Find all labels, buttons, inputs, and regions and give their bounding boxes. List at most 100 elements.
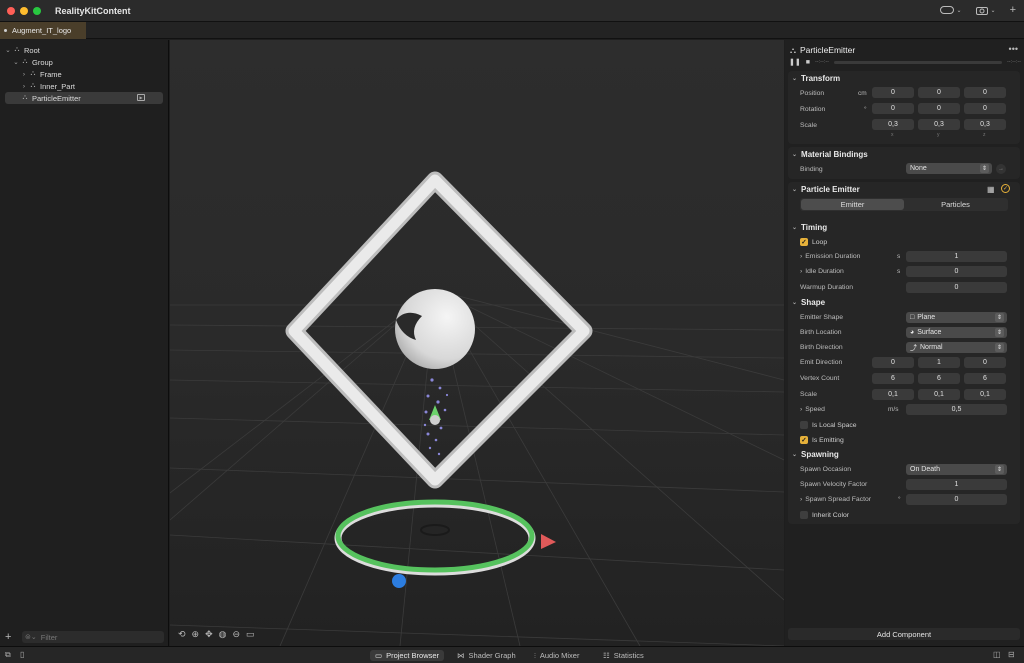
vertex-count-z-field[interactable]: 6 <box>964 373 1006 384</box>
chevron-right-icon[interactable]: › <box>20 71 28 78</box>
position-x-field[interactable]: 0 <box>872 87 914 98</box>
spawn-spread-field[interactable]: 0 <box>906 494 1007 505</box>
tab-augment-it-logo[interactable]: Augment_IT_logo <box>0 22 86 39</box>
tree-item-particle-emitter[interactable]: ⛬ ParticleEmitter ▶ <box>5 92 163 104</box>
add-entity-button[interactable]: + <box>5 631 11 643</box>
shape-scale-z-field[interactable]: 0,1 <box>964 389 1006 400</box>
warmup-duration-field[interactable]: 0 <box>906 282 1007 293</box>
panel-toggle-icon[interactable]: ▯ <box>20 650 24 659</box>
spawn-spread-label[interactable]: › Spawn Spread Factor <box>800 496 871 503</box>
tab-project-browser[interactable]: ▭ Project Browser <box>370 650 445 661</box>
emit-direction-y-field[interactable]: 1 <box>918 357 960 368</box>
scale-z-field[interactable]: 0,3 <box>964 119 1006 130</box>
section-title: Transform <box>801 74 841 83</box>
position-z-field[interactable]: 0 <box>964 87 1006 98</box>
toolbar-right: ⌄ ⌄ + <box>939 4 1016 16</box>
timeline-scrubber[interactable] <box>834 60 1002 64</box>
inherit-color-checkbox[interactable]: Inherit Color <box>800 511 849 519</box>
position-y-field[interactable]: 0 <box>918 87 960 98</box>
section-title: Spawning <box>801 450 839 459</box>
inner-part-model[interactable] <box>395 289 475 369</box>
binding-popup[interactable]: None ⇕ <box>906 163 992 174</box>
zoom-button[interactable] <box>33 6 41 15</box>
spawn-velocity-field[interactable]: 1 <box>906 479 1007 490</box>
axis-z-label: z <box>983 132 986 138</box>
scale-y-field[interactable]: 0,3 <box>918 119 960 130</box>
plus-icon[interactable]: + <box>1010 4 1016 16</box>
emit-direction-x-field[interactable]: 0 <box>872 357 914 368</box>
more-options-button[interactable]: ••• <box>1009 44 1018 54</box>
close-button[interactable] <box>7 6 15 15</box>
bottom-panel-toggle-icon[interactable]: ⊟ <box>1008 650 1015 659</box>
tree-item-inner-part[interactable]: › ⛬ Inner_Part <box>20 80 164 92</box>
is-emitting-checkbox[interactable]: ✓ Is Emitting <box>800 436 844 444</box>
globe-icon[interactable]: ◍ <box>219 629 227 640</box>
speed-field[interactable]: 0,5 <box>906 404 1007 415</box>
shape-scale-x-field[interactable]: 0,1 <box>872 389 914 400</box>
shape-header[interactable]: ⌄ Shape <box>792 298 825 307</box>
grid-icon[interactable]: ▦ <box>987 185 995 194</box>
particle-emitter-header[interactable]: ⌄ Particle Emitter <box>792 185 860 194</box>
sidebar-left-icon[interactable]: ⧉ <box>5 650 11 660</box>
camera-icon[interactable]: ▭ <box>246 629 255 640</box>
move-icon[interactable]: ⊕ <box>192 629 200 640</box>
minimize-button[interactable] <box>20 6 28 15</box>
add-component-button[interactable]: Add Component <box>788 628 1020 640</box>
vr-headset-menu[interactable]: ⌄ <box>939 6 962 14</box>
idle-duration-field[interactable]: 0 <box>906 266 1007 277</box>
material-bindings-header[interactable]: ⌄ Material Bindings <box>792 150 868 159</box>
rotation-z-field[interactable]: 0 <box>964 103 1006 114</box>
emitter-particles-segmented: Emitter Particles <box>800 198 1008 211</box>
local-space-checkbox[interactable]: Is Local Space <box>800 421 857 429</box>
chevron-down-icon[interactable]: ⌄ <box>4 46 12 54</box>
emit-direction-z-field[interactable]: 0 <box>964 357 1006 368</box>
segment-particles[interactable]: Particles <box>904 199 1007 210</box>
birth-direction-popup[interactable]: ⤴ Normal ⇕ <box>906 342 1007 353</box>
emission-duration-field[interactable]: 1 <box>906 251 1007 262</box>
scale-x-field[interactable]: 0,3 <box>872 119 914 130</box>
tab-statistics[interactable]: ☷ Statistics <box>598 650 649 661</box>
emitter-shape-popup[interactable]: □ Plane ⇕ <box>906 312 1007 323</box>
pan-icon[interactable]: ✥ <box>205 629 213 640</box>
spawn-occasion-popup[interactable]: On Death ⇕ <box>906 464 1007 475</box>
chevron-right-icon[interactable]: › <box>20 83 28 90</box>
timing-header[interactable]: ⌄ Timing <box>792 223 827 232</box>
birth-location-popup[interactable]: ◕ Surface ⇕ <box>906 327 1007 338</box>
pause-button[interactable]: ❚❚ <box>789 58 801 66</box>
shape-scale-y-field[interactable]: 0,1 <box>918 389 960 400</box>
viewport-scene[interactable] <box>170 40 784 646</box>
idle-duration-label[interactable]: › Idle Duration <box>800 268 844 275</box>
inspector-title: ⛬ ParticleEmitter <box>790 45 855 56</box>
play-badge-icon[interactable]: ▶ <box>137 94 145 101</box>
spawning-header[interactable]: ⌄ Spawning <box>792 450 839 459</box>
tab-audio-mixer[interactable]: ⫶ Audio Mixer <box>529 650 584 661</box>
stop-button[interactable]: ■ <box>806 59 810 66</box>
tree-item-root[interactable]: ⌄ ⛬ Root <box>4 44 164 56</box>
vertex-count-y-field[interactable]: 6 <box>918 373 960 384</box>
segment-emitter[interactable]: Emitter <box>801 199 904 210</box>
rotation-x-field[interactable]: 0 <box>872 103 914 114</box>
rotation-y-field[interactable]: 0 <box>918 103 960 114</box>
vertex-count-x-field[interactable]: 6 <box>872 373 914 384</box>
inspector-toggle-icon[interactable]: ◫ <box>993 650 1001 659</box>
transform-header[interactable]: ⌄ Transform <box>792 74 840 83</box>
camera-menu[interactable]: ⌄ <box>975 6 996 15</box>
emission-duration-label[interactable]: › Emission Duration <box>800 253 860 260</box>
scene-viewport[interactable]: ⟲ ⊕ ✥ ◍ ⊖ ▭ <box>170 40 784 646</box>
local-space-label: Is Local Space <box>812 421 857 429</box>
tree-item-group[interactable]: ⌄ ⛬ Group <box>12 56 164 68</box>
tree-item-frame[interactable]: › ⛬ Frame <box>20 68 164 80</box>
chevron-down-icon[interactable]: ⌄ <box>12 58 20 66</box>
position-label: Position <box>800 90 825 97</box>
tab-shader-graph[interactable]: ⋈ Shader Graph <box>452 650 521 661</box>
orbit-icon[interactable]: ⟲ <box>178 629 186 640</box>
checkmark-circle-icon[interactable]: ✓ <box>1001 184 1010 193</box>
birth-direction-value: Normal <box>920 344 943 351</box>
position-unit: cm <box>858 90 867 97</box>
binding-action-icon[interactable]: → <box>996 164 1006 174</box>
filter-field[interactable]: ⊜⌄ Filter <box>22 631 164 643</box>
translate-gizmo-z[interactable] <box>392 574 406 588</box>
loop-checkbox[interactable]: ✓ Loop <box>800 238 827 246</box>
zoom-icon[interactable]: ⊖ <box>233 629 241 640</box>
speed-label[interactable]: › Speed <box>800 406 825 413</box>
